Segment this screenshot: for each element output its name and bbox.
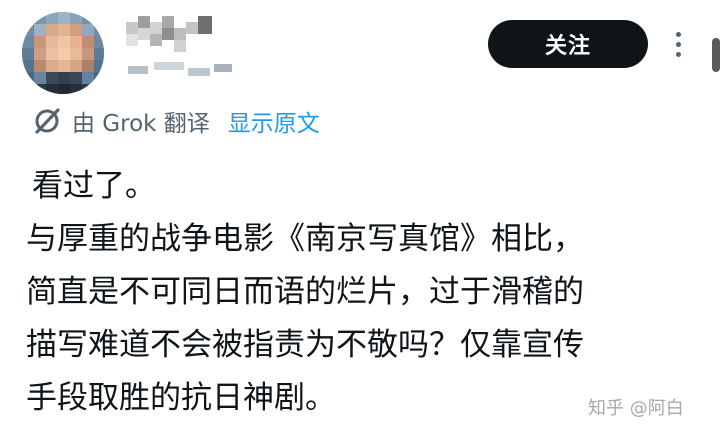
post-line: 描写难道不会被指责为不敬吗？仅靠宣传 xyxy=(26,327,584,363)
post-line: 看过了。 xyxy=(32,168,156,204)
translated-by-label: 由 Grok 翻译 xyxy=(72,111,210,137)
more-vertical-icon[interactable] xyxy=(671,30,687,60)
grok-icon xyxy=(35,108,60,134)
translation-bar: 由 Grok 翻译 显示原文 xyxy=(32,104,320,138)
follow-button[interactable]: 关注 xyxy=(488,20,648,68)
avatar[interactable] xyxy=(22,12,104,94)
post-line: 简直是不可同日而语的烂片，过于滑稽的 xyxy=(26,274,584,310)
post-line: 与厚重的战争电影《南京写真馆》相比， xyxy=(26,221,584,257)
username-redacted xyxy=(128,60,240,80)
show-original-link[interactable]: 显示原文 xyxy=(228,104,320,138)
watermark: 知乎 @阿白 xyxy=(588,398,684,419)
scrollbar[interactable] xyxy=(712,38,720,72)
post-text: 看过了。 与厚重的战争电影《南京写真馆》相比， 简直是不可同日而语的烂片，过于滑… xyxy=(26,160,706,425)
